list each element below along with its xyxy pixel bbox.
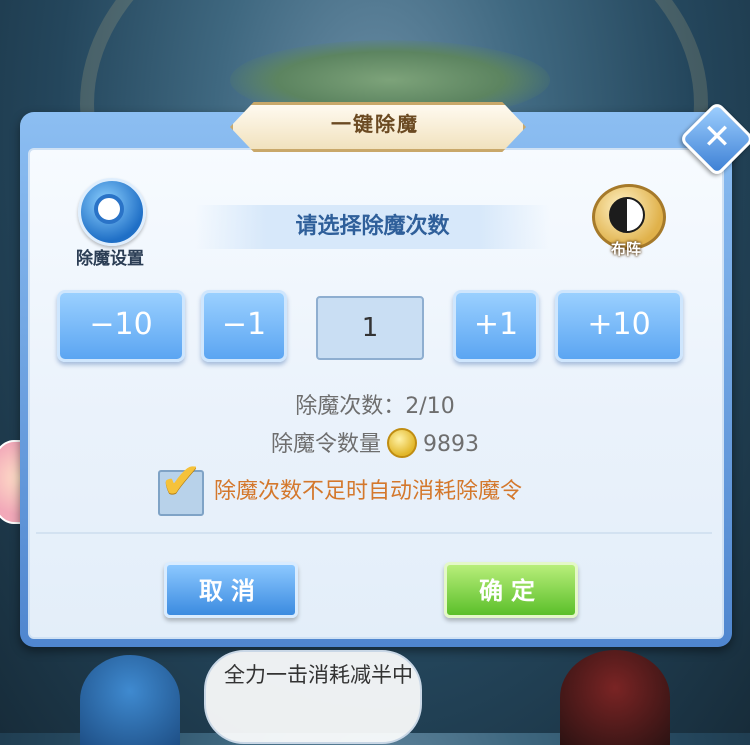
auto-consume-label[interactable]: 除魔次数不足时自动消耗除魔令	[214, 472, 522, 512]
confirm-button[interactable]: 确定	[444, 562, 578, 618]
checkmark-icon[interactable]: ✔	[150, 450, 212, 512]
token-coin-icon	[387, 428, 417, 458]
count-info: 除魔次数：2/10	[0, 388, 750, 420]
character-left	[80, 655, 180, 745]
token-info-value: 9893	[423, 432, 479, 457]
token-info: 除魔令数量 9893	[0, 426, 750, 460]
divider	[36, 532, 712, 534]
minus-10-button[interactable]: −10	[57, 290, 185, 362]
minus-1-button[interactable]: −1	[201, 290, 287, 362]
count-info-value: 2/10	[405, 394, 455, 419]
dialog-subtitle: 请选择除魔次数	[295, 214, 450, 239]
plus-1-button[interactable]: +1	[453, 290, 539, 362]
formation-label[interactable]: 布阵	[596, 238, 656, 259]
plus-10-button[interactable]: +10	[555, 290, 683, 362]
dialog-title: 一键除魔	[331, 112, 419, 136]
taiji-icon	[609, 197, 645, 233]
gear-center	[94, 194, 124, 224]
settings-label[interactable]: 除魔设置	[62, 244, 158, 269]
close-icon[interactable]: ✕	[690, 112, 744, 166]
character-right	[560, 650, 670, 745]
cancel-button[interactable]: 取消	[164, 562, 298, 618]
count-info-label: 除魔次数：	[295, 394, 406, 419]
token-info-label: 除魔令数量	[270, 432, 381, 457]
count-input[interactable]: 1	[316, 296, 424, 360]
speech-text: 全力一击消耗减半中	[224, 663, 413, 687]
